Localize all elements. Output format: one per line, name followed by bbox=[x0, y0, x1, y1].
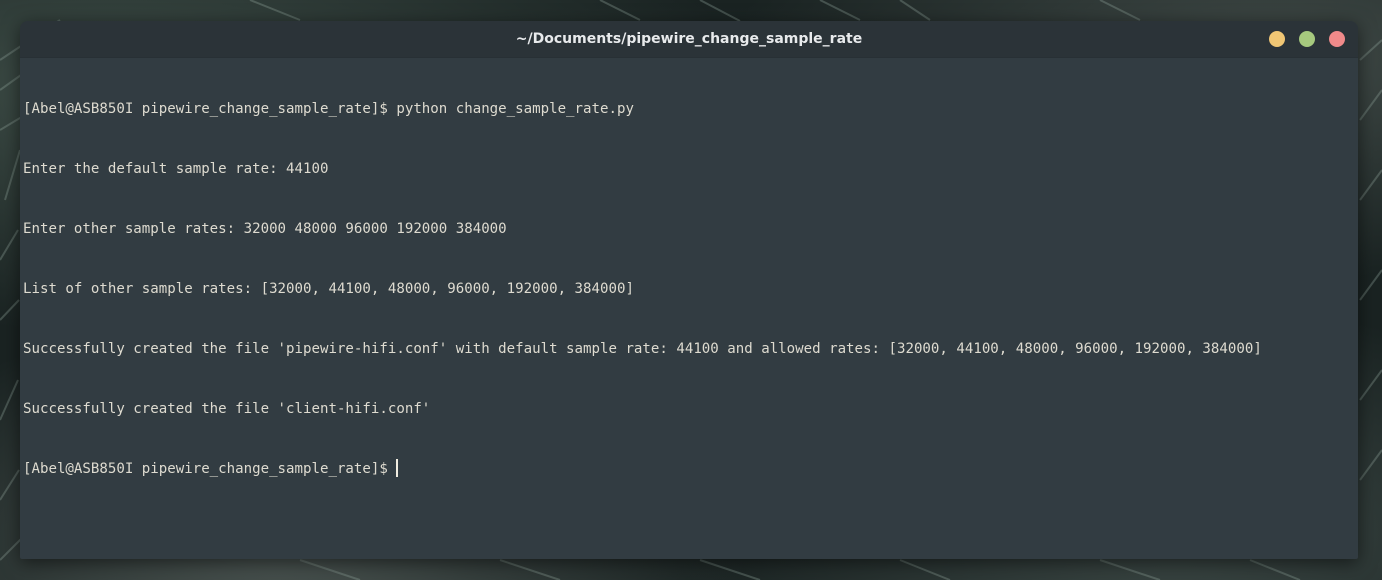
terminal-output[interactable]: [Abel@ASB850I pipewire_change_sample_rat… bbox=[23, 59, 1358, 559]
terminal-line: List of other sample rates: [32000, 4410… bbox=[23, 281, 634, 297]
window-title: ~/Documents/pipewire_change_sample_rate bbox=[515, 31, 863, 47]
terminal-line: Enter other sample rates: 32000 48000 96… bbox=[23, 221, 507, 237]
window-controls bbox=[1269, 31, 1345, 47]
maximize-button[interactable] bbox=[1299, 31, 1315, 47]
minimize-button[interactable] bbox=[1269, 31, 1285, 47]
terminal-line: Enter the default sample rate: 44100 bbox=[23, 161, 329, 177]
text-cursor bbox=[396, 459, 399, 477]
terminal-line: Successfully created the file 'pipewire-… bbox=[23, 341, 1262, 357]
terminal-window: ~/Documents/pipewire_change_sample_rate … bbox=[20, 21, 1358, 559]
close-button[interactable] bbox=[1329, 31, 1345, 47]
title-bar[interactable]: ~/Documents/pipewire_change_sample_rate bbox=[20, 21, 1358, 58]
prompt-line[interactable]: [Abel@ASB850I pipewire_change_sample_rat… bbox=[23, 459, 1358, 479]
terminal-line: [Abel@ASB850I pipewire_change_sample_rat… bbox=[23, 101, 634, 117]
shell-prompt: [Abel@ASB850I pipewire_change_sample_rat… bbox=[23, 461, 397, 477]
terminal-line: Successfully created the file 'client-hi… bbox=[23, 401, 431, 417]
